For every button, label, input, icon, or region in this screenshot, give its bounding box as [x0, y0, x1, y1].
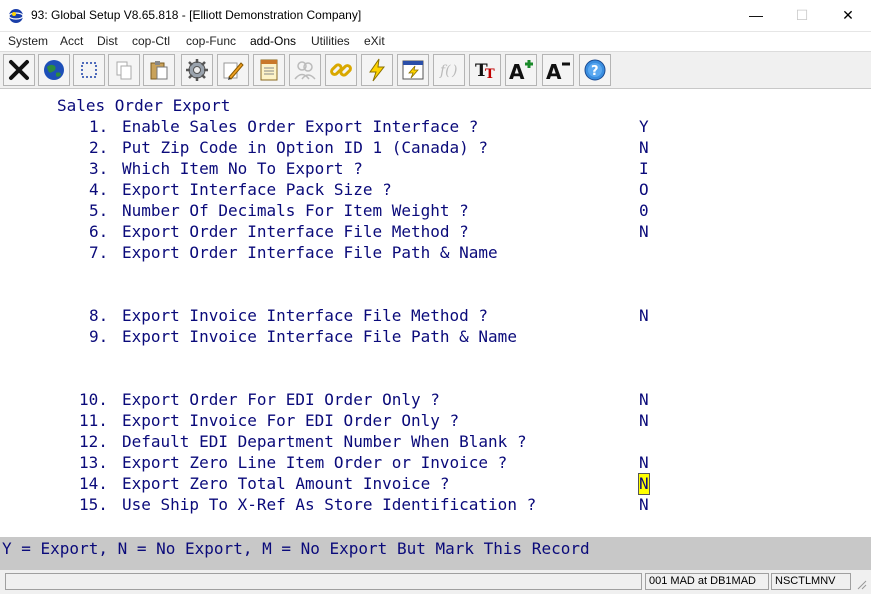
window-title: 93: Global Setup V8.65.818 - [Elliott De…: [31, 8, 362, 22]
question-2-number: 2.: [89, 138, 109, 157]
resize-grip-icon[interactable]: [855, 578, 867, 590]
setup-screen: Sales Order Export 1. Enable Sales Order…: [0, 89, 871, 537]
function-fx-icon[interactable]: f(): [433, 54, 465, 86]
question-3-answer[interactable]: I: [639, 159, 649, 179]
question-15-label: Use Ship To X-Ref As Store Identificatio…: [122, 495, 537, 514]
notepad-icon[interactable]: [253, 54, 285, 86]
svg-text:?: ?: [591, 64, 599, 79]
question-4-number: 4.: [89, 180, 109, 199]
question-5-answer[interactable]: 0: [639, 201, 649, 221]
question-7-label: Export Order Interface File Path & Name: [122, 243, 498, 262]
question-11-label: Export Invoice For EDI Order Only ?: [122, 411, 460, 430]
font-tt-icon[interactable]: TT: [469, 54, 501, 86]
question-11-number: 11.: [79, 411, 108, 430]
close-button[interactable]: ✕: [825, 0, 871, 31]
question-6-answer[interactable]: N: [639, 222, 649, 242]
question-6-label: Export Order Interface File Method ?: [122, 222, 469, 241]
question-2-answer[interactable]: N: [639, 138, 649, 158]
question-12-number: 12.: [79, 432, 108, 451]
question-15-number: 15.: [79, 495, 108, 514]
hint-text: Y = Export, N = No Export, M = No Export…: [2, 539, 590, 558]
edit-pencil-icon[interactable]: [217, 54, 249, 86]
question-3-label: Which Item No To Export ?: [122, 159, 363, 178]
question-7-number: 7.: [89, 243, 109, 262]
menu-acct[interactable]: Acct: [60, 34, 83, 48]
question-15-answer[interactable]: N: [639, 495, 649, 515]
question-3-number: 3.: [89, 159, 109, 178]
increase-font-icon[interactable]: A: [505, 54, 537, 86]
elliott-app-icon[interactable]: [8, 8, 24, 24]
question-12-label: Default EDI Department Number When Blank…: [122, 432, 527, 451]
status-connection: 001 MAD at DB1MAD: [645, 573, 769, 590]
svg-text:A: A: [509, 60, 525, 82]
hint-bar: Y = Export, N = No Export, M = No Export…: [0, 537, 871, 570]
status-program: NSCTLMNV: [771, 573, 851, 590]
svg-text:A: A: [546, 60, 562, 82]
question-13-label: Export Zero Line Item Order or Invoice ?: [122, 453, 508, 472]
lightning-icon[interactable]: [361, 54, 393, 86]
question-11-answer[interactable]: N: [639, 411, 649, 431]
menu-exit[interactable]: eXit: [364, 34, 385, 48]
question-5-label: Number Of Decimals For Item Weight ?: [122, 201, 469, 220]
question-9-number: 9.: [89, 327, 109, 346]
question-1-number: 1.: [89, 117, 109, 136]
link-chain-icon[interactable]: [325, 54, 357, 86]
svg-text:T: T: [485, 67, 495, 81]
question-5-number: 5.: [89, 201, 109, 220]
help-icon[interactable]: ?: [579, 54, 611, 86]
status-message-pane: [5, 573, 642, 590]
question-14-label: Export Zero Total Amount Invoice ?: [122, 474, 450, 493]
decrease-font-icon[interactable]: A: [542, 54, 574, 86]
status-bar: 001 MAD at DB1MAD NSCTLMNV: [0, 570, 871, 594]
question-8-answer[interactable]: N: [639, 306, 649, 326]
paste-icon[interactable]: [143, 54, 175, 86]
copy-icon[interactable]: [108, 54, 140, 86]
select-box-icon[interactable]: [73, 54, 105, 86]
menu-dist[interactable]: Dist: [97, 34, 118, 48]
question-10-label: Export Order For EDI Order Only ?: [122, 390, 440, 409]
users-icon[interactable]: [289, 54, 321, 86]
gear-icon[interactable]: [181, 54, 213, 86]
menu-cop-func[interactable]: cop-Func: [186, 34, 236, 48]
question-10-answer[interactable]: N: [639, 390, 649, 410]
question-9-label: Export Invoice Interface File Path & Nam…: [122, 327, 517, 346]
question-14-number: 14.: [79, 474, 108, 493]
exit-x-icon[interactable]: [3, 54, 35, 86]
svg-text:): ): [451, 63, 457, 79]
question-8-number: 8.: [89, 306, 109, 325]
menu-utilities[interactable]: Utilities: [311, 34, 350, 48]
maximize-button[interactable]: ☐: [779, 0, 825, 31]
question-4-answer[interactable]: O: [639, 180, 649, 200]
question-2-label: Put Zip Code in Option ID 1 (Canada) ?: [122, 138, 489, 157]
minimize-button[interactable]: —: [733, 0, 779, 31]
question-14-answer-active[interactable]: N: [638, 473, 650, 495]
toolbar: f() TT A A ?: [0, 51, 871, 89]
menu-cop-ctl[interactable]: cop-Ctl: [132, 34, 170, 48]
title-bar: 93: Global Setup V8.65.818 - [Elliott De…: [0, 0, 871, 32]
question-6-number: 6.: [89, 222, 109, 241]
question-13-number: 13.: [79, 453, 108, 472]
screen-heading: Sales Order Export: [57, 96, 231, 115]
question-4-label: Export Interface Pack Size ?: [122, 180, 392, 199]
question-1-answer[interactable]: Y: [639, 117, 649, 137]
question-13-answer[interactable]: N: [639, 453, 649, 473]
svg-text:f(: f(: [439, 63, 451, 79]
menu-add-ons[interactable]: add-Ons: [250, 34, 296, 48]
window-lightning-icon[interactable]: [397, 54, 429, 86]
menu-system[interactable]: System: [8, 34, 48, 48]
question-8-label: Export Invoice Interface File Method ?: [122, 306, 489, 325]
globe-icon[interactable]: [38, 54, 70, 86]
question-10-number: 10.: [79, 390, 108, 409]
question-1-label: Enable Sales Order Export Interface ?: [122, 117, 479, 136]
menu-bar: System Acct Dist cop-Ctl cop-Func add-On…: [0, 32, 871, 51]
